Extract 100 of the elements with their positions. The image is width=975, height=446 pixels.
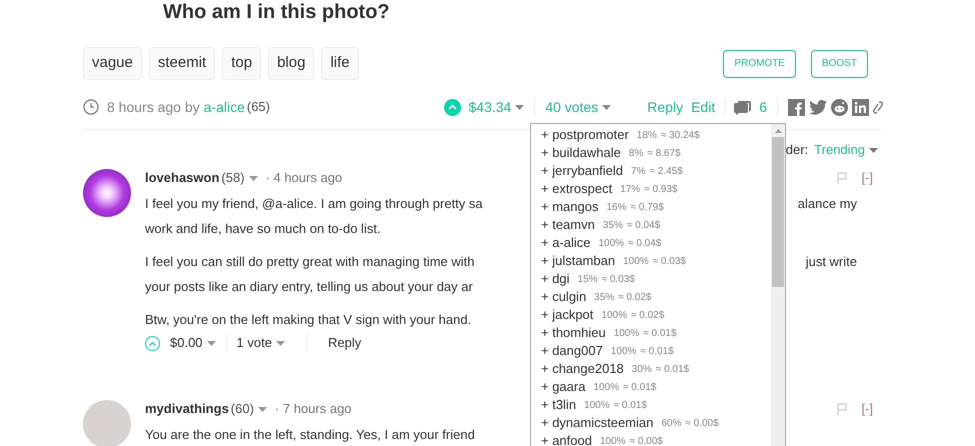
vote-percent: 30% [632, 362, 652, 376]
vote-percent: 7% [631, 164, 646, 178]
votes-count: 1 vote [236, 334, 272, 352]
vote-percent: 100% [593, 380, 620, 394]
comment-text: I feel you my friend, @a-alice. I am going through pretty sa [145, 194, 483, 213]
linkedin-icon [852, 98, 869, 116]
tag-link[interactable]: steemit [148, 47, 216, 80]
voter-link[interactable]: + postpromoter [541, 125, 629, 145]
vote-percent: 35% [602, 218, 623, 232]
comment-text: just write [806, 252, 857, 271]
avatar-photo-placeholder [83, 400, 131, 446]
vote-percent: 8% [628, 146, 644, 160]
vote-value: ≈ 0.01$ [614, 398, 647, 412]
payout-dropdown[interactable]: $0.00 [170, 333, 216, 353]
comment-time: · 7 hours ago [274, 400, 352, 418]
upvote-button[interactable] [444, 98, 461, 116]
vote-percent: 100% [614, 326, 640, 340]
vote-value: ≈ 0.02$ [630, 308, 664, 322]
comment-text: work and life, have so much on to-do list. [145, 220, 381, 238]
vote-value: ≈ 0.02$ [618, 290, 652, 304]
vote-value: ≈ 0.79$ [630, 200, 664, 214]
voter-link[interactable]: + culgin [541, 287, 586, 307]
vote-percent: 35% [594, 290, 614, 304]
comment-text: your posts like an diary entry, telling us about your day ar [145, 278, 473, 296]
reply-link[interactable]: Reply [328, 333, 362, 353]
clock-icon [83, 99, 99, 115]
scrollbar[interactable] [771, 124, 785, 446]
flag-icon [837, 172, 848, 184]
vote-percent: 60% [661, 416, 682, 430]
voter-link[interactable]: + jackpot [541, 305, 594, 325]
comment-time: · 4 hours ago [266, 169, 342, 188]
chevron-up-icon [448, 104, 457, 110]
caret-icon [515, 104, 524, 110]
tag-link[interactable]: life [321, 47, 359, 80]
vote-value: ≈ 0.01$ [643, 326, 677, 340]
voter-link[interactable]: + dynamicsteemian [541, 413, 654, 433]
tag-link[interactable]: top [222, 47, 262, 80]
voter-link[interactable]: + jerrybanfield [541, 161, 624, 181]
flag-icon [837, 403, 848, 415]
vote-value: ≈ 0.03$ [652, 254, 686, 268]
vote-value: ≈ 0.04$ [626, 218, 660, 232]
vote-percent: 100% [601, 308, 627, 322]
payout-amount: $0.00 [170, 334, 203, 352]
voter-link[interactable]: + mangos [541, 197, 598, 217]
caret-icon [258, 406, 267, 412]
author-reputation: (58) [221, 169, 245, 188]
voter-link[interactable]: + dang007 [541, 341, 603, 361]
caret-icon [869, 148, 878, 152]
voter-link[interactable]: + gaara [541, 377, 586, 397]
vote-value: ≈ 0.01$ [656, 362, 690, 376]
voter-link[interactable]: + thomhieu [541, 323, 606, 343]
vote-percent: 100% [600, 434, 626, 446]
comment-text: You are the one in the left, standing. Yes, I am your friend [145, 426, 475, 444]
vote-value: ≈ 30.24$ [660, 128, 700, 142]
comment-author[interactable]: mydivathings [145, 399, 229, 419]
voter-link[interactable]: + julstamban [541, 251, 616, 271]
comment-author[interactable]: lovehaswon [145, 168, 220, 188]
vote-percent: 100% [610, 344, 636, 358]
upvote-button[interactable] [145, 336, 160, 350]
vote-percent: 16% [606, 200, 626, 214]
voter-link[interactable]: + dgi [541, 269, 570, 289]
twitter-icon [809, 100, 827, 114]
collapse-button[interactable]: [-] [861, 168, 873, 188]
vote-value: ≈ 0.01$ [623, 380, 656, 394]
post-time: 8 hours ago by [107, 98, 200, 117]
vote-percent: 100% [584, 398, 610, 412]
vote-percent: 15% [578, 272, 598, 286]
caret-icon [602, 104, 612, 110]
voter-link[interactable]: + a-alice [541, 233, 590, 253]
voter-link[interactable]: + buildawhale [541, 143, 621, 163]
avatar-burst-graphic [83, 169, 131, 217]
author-reputation: (65) [246, 98, 270, 116]
voter-link[interactable]: + t3lin [541, 395, 576, 415]
comment-text: I feel you can still do pretty great with managing time with [145, 252, 474, 271]
vote-value: ≈ 0.00$ [630, 434, 663, 446]
vote-value: ≈ 0.93$ [644, 182, 678, 196]
sort-value: Trending [814, 141, 865, 160]
voter-link[interactable]: + change2018 [541, 359, 624, 379]
payout-amount: $43.34 [468, 98, 512, 116]
vote-percent: 100% [623, 254, 649, 268]
vote-value: ≈ 2.45$ [649, 164, 683, 178]
vote-value: ≈ 0.00$ [685, 416, 719, 430]
caret-icon [276, 340, 285, 346]
scrollbar-thumb[interactable] [772, 137, 784, 287]
comment-text: Btw, you're on the left making that V sign with your hand. [145, 310, 472, 329]
voter-link[interactable]: + extrospect [541, 179, 612, 199]
vote-value: ≈ 0.03$ [602, 272, 635, 286]
caret-icon [248, 176, 258, 180]
comment-text: alance my [798, 194, 857, 213]
sort-label: der: [786, 141, 808, 160]
caret-icon [206, 340, 216, 346]
collapse-button[interactable]: [-] [861, 399, 873, 419]
tag-link[interactable]: blog [268, 47, 314, 80]
voter-link[interactable]: + teamvn [541, 215, 595, 235]
voter-link[interactable]: + anfood [541, 431, 592, 446]
tag-link[interactable]: vague [83, 47, 142, 80]
vote-value: ≈ 0.01$ [640, 344, 674, 358]
reddit-icon [831, 98, 848, 116]
vote-percent: 17% [620, 182, 640, 196]
votes-dropdown[interactable]: 1 vote [236, 333, 285, 353]
